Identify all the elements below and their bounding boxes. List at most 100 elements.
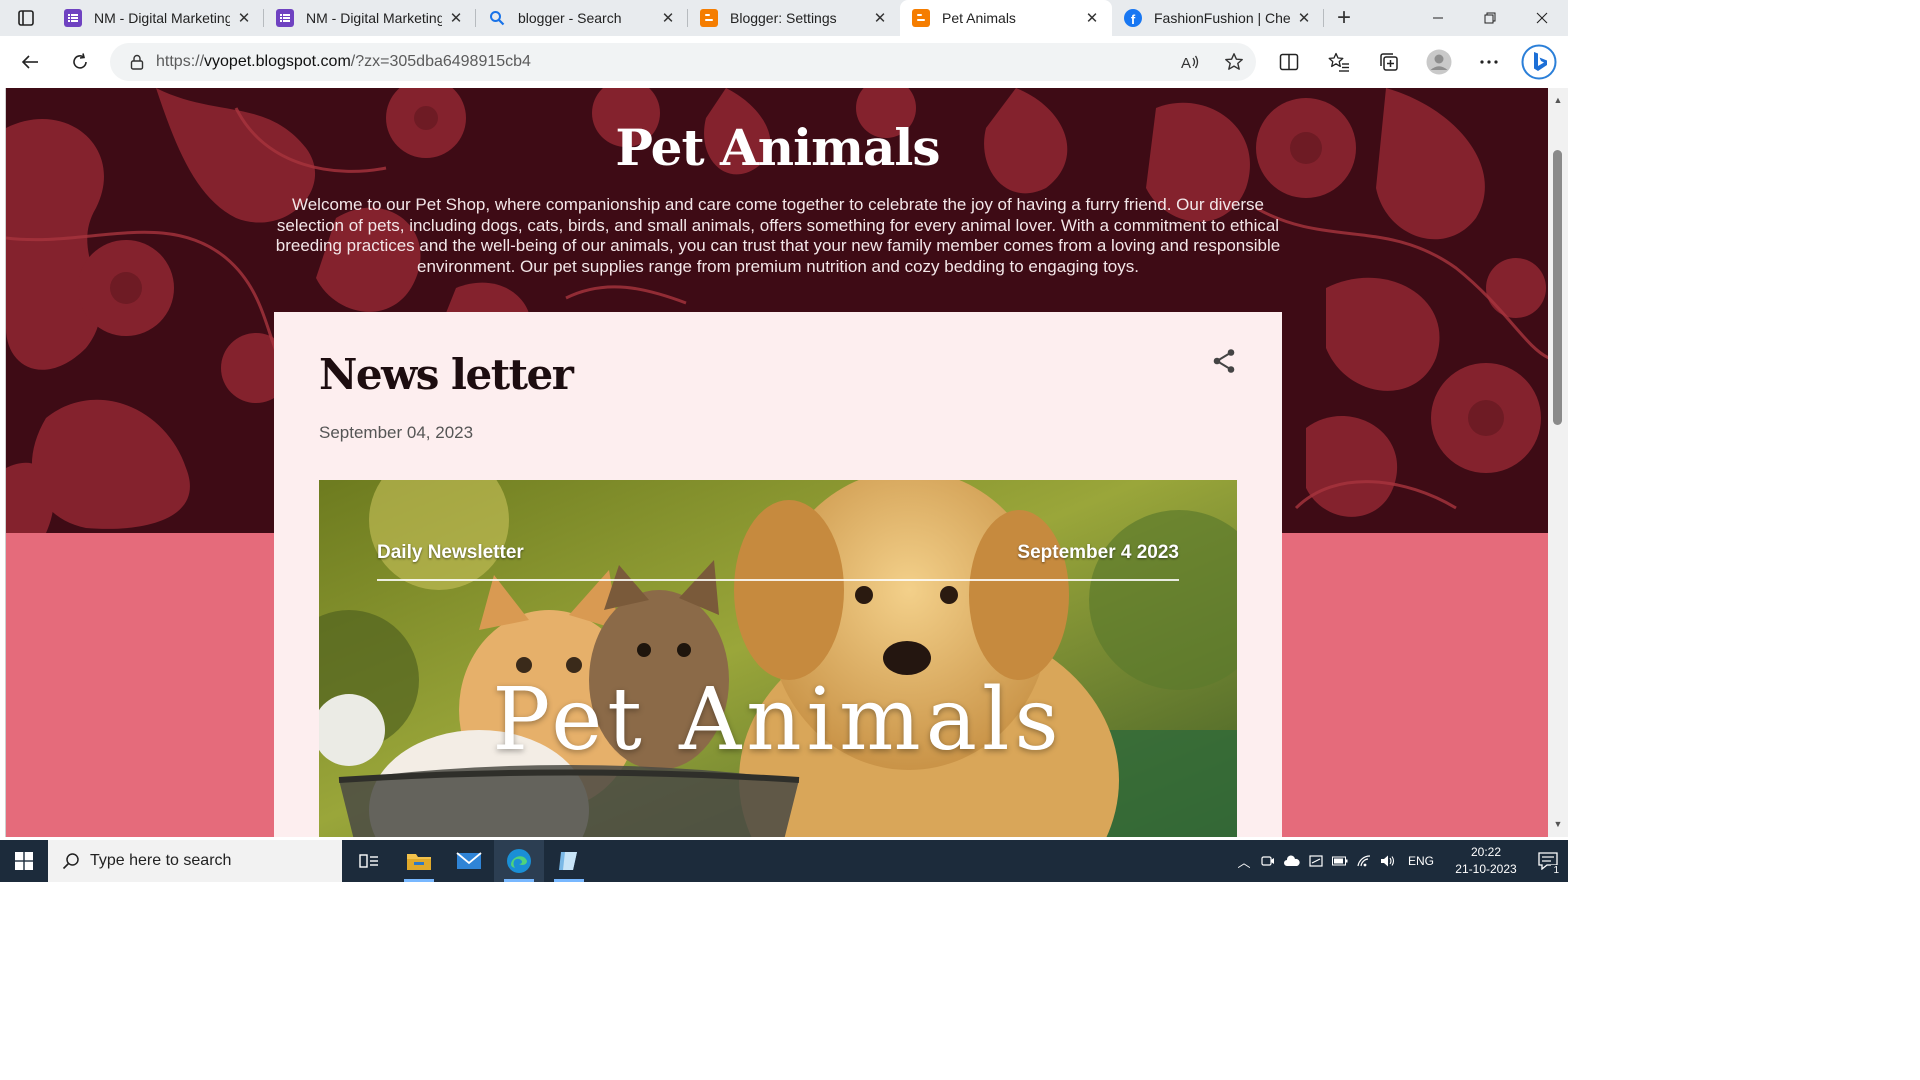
close-icon[interactable]: ✕ (236, 9, 252, 27)
clock-time: 20:22 (1470, 845, 1502, 859)
tab-title: NM - Digital Marketing (94, 10, 230, 26)
search-icon (488, 9, 506, 27)
share-button[interactable] (1209, 346, 1239, 376)
blogger-icon (912, 9, 930, 27)
system-tray: ︿ ENG 20:22 21-10-2023 1 (1232, 840, 1568, 882)
app-icon (559, 852, 577, 870)
notification-badge: 1 (1551, 865, 1561, 876)
window-controls (1412, 0, 1568, 36)
collections-button[interactable] (1364, 43, 1414, 81)
tab-fashionfushion[interactable]: f FashionFushion | Chenn ✕ (1112, 0, 1324, 36)
tab-blogger-search[interactable]: blogger - Search ✕ (476, 0, 688, 36)
bing-copilot-button[interactable] (1514, 43, 1564, 81)
minimize-icon (1433, 17, 1443, 19)
scroll-up-icon[interactable]: ▲ (1552, 94, 1564, 106)
edge-icon (507, 849, 531, 873)
blog-title[interactable]: Pet Animals (6, 118, 1548, 177)
minimize-button[interactable] (1412, 0, 1464, 36)
volume-icon[interactable] (1376, 840, 1400, 882)
windows-logo-icon (15, 852, 33, 870)
profile-button[interactable] (1414, 43, 1464, 81)
post-featured-image[interactable]: Daily Newsletter September 4 2023 Pet An… (319, 480, 1237, 837)
favorite-button[interactable] (1212, 43, 1256, 81)
address-bar[interactable]: https://vyopet.blogspot.com/?zx=305dba64… (110, 43, 1256, 81)
clock[interactable]: 20:22 21-10-2023 (1444, 844, 1528, 878)
scroll-down-icon[interactable]: ▼ (1552, 818, 1564, 830)
tab-actions-icon (18, 10, 34, 26)
share-icon (1213, 349, 1235, 373)
wifi-icon[interactable] (1352, 840, 1376, 882)
refresh-icon (73, 53, 87, 69)
bing-icon (1521, 44, 1557, 80)
forms-icon (276, 9, 294, 27)
read-aloud-icon: A (1181, 55, 1199, 71)
split-screen-button[interactable] (1264, 43, 1314, 81)
close-window-button[interactable] (1516, 0, 1568, 36)
plus-icon: + (1336, 4, 1351, 31)
refresh-button[interactable] (58, 44, 102, 80)
restore-icon (1484, 12, 1496, 24)
tab-nm-digital-marketing-1[interactable]: NM - Digital Marketing ✕ (52, 0, 264, 36)
new-tab-button[interactable]: + (1324, 0, 1364, 36)
mail-button[interactable] (444, 840, 494, 882)
lock-icon[interactable] (130, 54, 144, 70)
start-button[interactable] (0, 840, 48, 882)
more-icon (1480, 60, 1498, 64)
task-view-button[interactable] (344, 840, 394, 882)
browser-toolbar: https://vyopet.blogspot.com/?zx=305dba64… (0, 36, 1568, 88)
svg-text:A: A (1181, 55, 1191, 71)
tab-title: Blogger: Settings (730, 10, 837, 26)
image-overlay-title: Pet Animals (492, 670, 1064, 770)
settings-more-button[interactable] (1464, 43, 1514, 81)
split-screen-icon (1279, 53, 1299, 71)
taskbar-search-input[interactable]: Type here to search (48, 840, 342, 882)
back-arrow-icon (21, 55, 38, 69)
language-indicator[interactable]: ENG (1408, 854, 1434, 868)
puppy-kittens-illustration (319, 480, 1237, 837)
image-caption-right: September 4 2023 (1017, 542, 1179, 563)
search-placeholder: Type here to search (90, 852, 232, 869)
close-icon[interactable]: ✕ (1296, 9, 1312, 27)
edge-browser-button[interactable] (494, 840, 544, 882)
page-viewport: Pet Animals Welcome to our Pet Shop, whe… (5, 88, 1548, 837)
show-hidden-icons-chevron-icon[interactable]: ︿ (1232, 840, 1256, 882)
close-icon[interactable]: ✕ (1084, 9, 1100, 27)
tab-title: blogger - Search (518, 10, 622, 26)
blog-description: Welcome to our Pet Shop, where companion… (275, 195, 1281, 276)
tab-nm-digital-marketing-2[interactable]: NM - Digital Marketing ✕ (264, 0, 476, 36)
restore-button[interactable] (1464, 0, 1516, 36)
url-host: vyopet.blogspot.com (204, 53, 351, 70)
tab-actions-button[interactable] (0, 0, 52, 36)
image-divider (377, 579, 1179, 581)
read-aloud-button[interactable]: A (1168, 43, 1212, 81)
battery-icon[interactable] (1328, 840, 1352, 882)
avatar-icon (1426, 49, 1452, 75)
security-icon[interactable] (1304, 840, 1328, 882)
file-explorer-button[interactable] (394, 840, 444, 882)
close-icon[interactable]: ✕ (872, 9, 888, 27)
close-icon[interactable]: ✕ (660, 9, 676, 27)
favorites-button[interactable] (1314, 43, 1364, 81)
meet-now-icon[interactable] (1256, 840, 1280, 882)
app-button[interactable] (544, 840, 594, 882)
post-title[interactable]: News letter (319, 350, 574, 399)
scrollbar-thumb[interactable] (1553, 150, 1562, 425)
back-button[interactable] (8, 44, 52, 80)
tab-strip: NM - Digital Marketing ✕ NM - Digital Ma… (0, 0, 1568, 36)
blogger-icon (700, 9, 718, 27)
notification-center-button[interactable]: 1 (1528, 840, 1568, 882)
url-text[interactable]: https://vyopet.blogspot.com/?zx=305dba64… (156, 53, 531, 71)
star-icon (1225, 53, 1243, 70)
close-icon[interactable]: ✕ (448, 9, 464, 27)
tab-blogger-settings[interactable]: Blogger: Settings ✕ (688, 0, 900, 36)
facebook-icon: f (1124, 9, 1142, 27)
post-date[interactable]: September 04, 2023 (319, 423, 473, 443)
onedrive-icon[interactable] (1280, 840, 1304, 882)
folder-icon (407, 854, 431, 870)
tab-pet-animals[interactable]: Pet Animals ✕ (900, 0, 1112, 36)
url-path: /?zx=305dba6498915cb4 (350, 53, 531, 70)
url-scheme: https:// (156, 53, 205, 70)
close-icon (1536, 12, 1548, 24)
page-scrollbar[interactable]: ▲ ▼ (1548, 88, 1568, 837)
collections-icon (1380, 53, 1398, 71)
